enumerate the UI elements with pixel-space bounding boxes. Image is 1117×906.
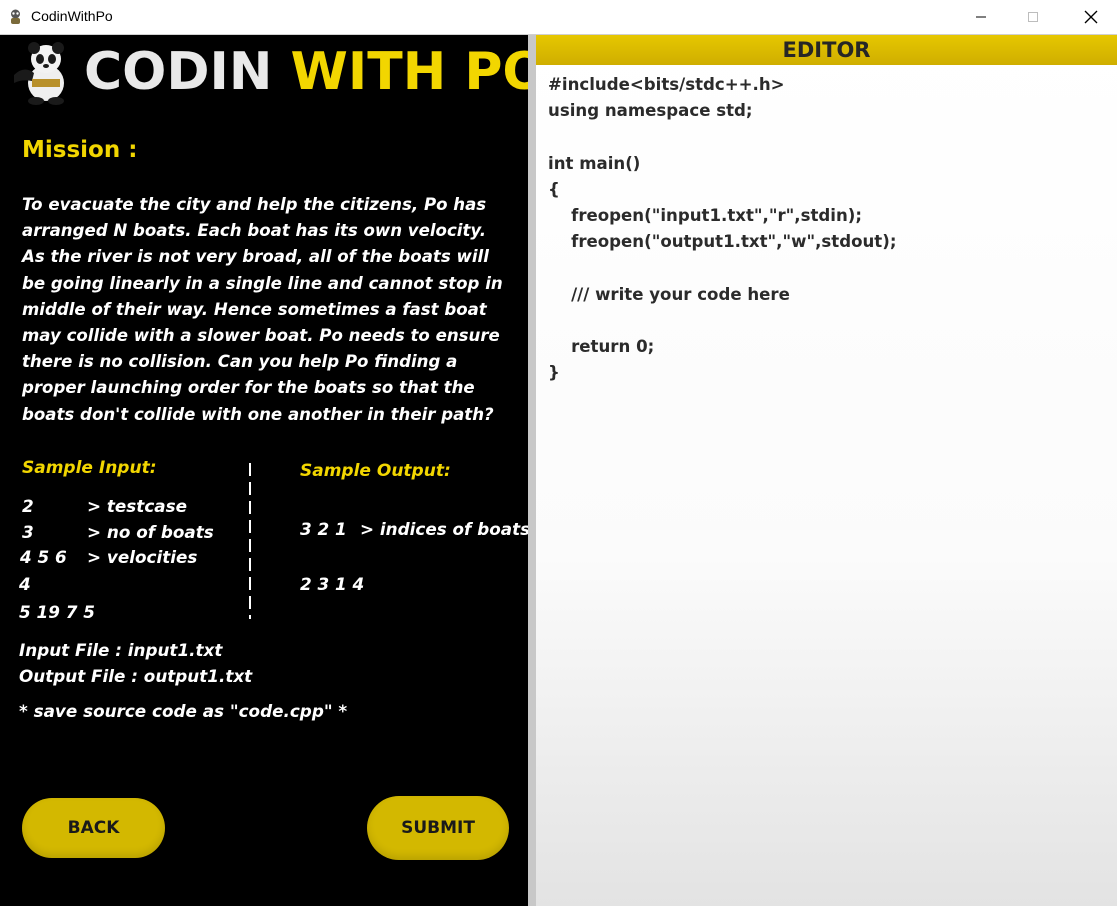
input-file-label: Input File : input1.txt bbox=[19, 640, 223, 660]
sample-input-note: > testcase bbox=[87, 496, 187, 516]
maximize-button[interactable] bbox=[1010, 0, 1056, 34]
minimize-icon bbox=[976, 16, 986, 18]
panda-logo-icon bbox=[14, 42, 64, 105]
output-file-label: Output File : output1.txt bbox=[19, 666, 253, 686]
submit-button[interactable]: SUBMIT bbox=[367, 796, 509, 860]
sample-input-note: > no of boats bbox=[87, 522, 214, 542]
close-icon bbox=[1084, 10, 1098, 24]
panel-divider[interactable] bbox=[528, 35, 536, 906]
save-note: * save source code as "code.cpp" * bbox=[19, 701, 348, 721]
problem-panel: CODIN WITH PO Mission : To evacuate the … bbox=[0, 35, 547, 906]
brand-word-codin: CODIN bbox=[84, 42, 273, 102]
sample-input-value: 4 bbox=[19, 574, 31, 594]
brand-title: CODIN WITH PO bbox=[84, 39, 547, 105]
window-title: CodinWithPo bbox=[31, 8, 113, 24]
mission-text: To evacuate the city and help the citize… bbox=[22, 195, 503, 424]
sample-input-value: 2 bbox=[22, 496, 34, 516]
mission-heading: Mission : bbox=[22, 137, 138, 163]
maximize-icon bbox=[1028, 12, 1038, 22]
section-divider bbox=[249, 463, 251, 619]
editor-title: EDITOR bbox=[536, 35, 1117, 65]
sample-input-heading: Sample Input: bbox=[22, 458, 157, 478]
sample-input-value: 4 5 6 bbox=[20, 547, 67, 567]
panda-icon bbox=[11, 9, 20, 24]
sample-input-note: > velocities bbox=[87, 547, 198, 567]
back-button[interactable]: BACK bbox=[22, 798, 165, 858]
minimize-button[interactable] bbox=[958, 0, 1004, 34]
sample-input-value: 5 19 7 5 bbox=[19, 602, 95, 622]
sample-input-value: 3 bbox=[22, 522, 34, 542]
sample-output-value: 2 3 1 4 bbox=[300, 574, 365, 594]
sample-output-value: 3 2 1 bbox=[300, 519, 347, 539]
brand-word-with-po: WITH PO bbox=[290, 42, 547, 102]
close-button[interactable] bbox=[1068, 0, 1114, 34]
code-editor[interactable]: #include<bits/stdc++.h> using namespace … bbox=[548, 72, 896, 386]
sample-output-heading: Sample Output: bbox=[300, 461, 451, 481]
code-editor-panel: EDITOR #include<bits/stdc++.h> using nam… bbox=[536, 35, 1117, 906]
title-bar: CodinWithPo bbox=[0, 0, 1117, 35]
sample-output-note: > indices of boats bbox=[360, 519, 531, 539]
